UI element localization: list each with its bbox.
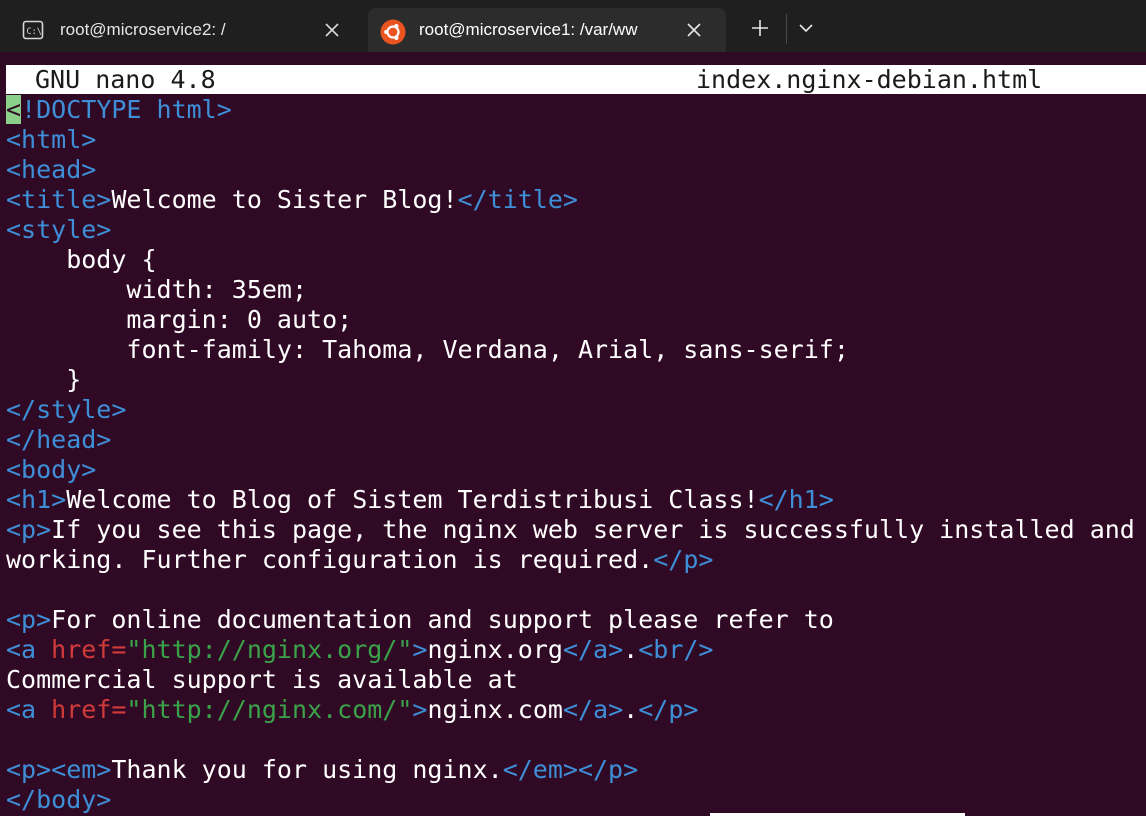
code-token-txt: Welcome to Blog of Sistem Terdistribusi …: [66, 485, 759, 514]
code-token-tag: <p>: [6, 515, 52, 544]
code-token-tag: !DOCTYPE html>: [21, 95, 232, 124]
code-token-txt: Commercial support is available at: [6, 665, 518, 694]
code-token-tag: <body>: [6, 455, 97, 484]
close-tab-icon[interactable]: [322, 20, 342, 40]
chevron-down-icon[interactable]: [792, 14, 820, 42]
code-token-tag: </a>: [562, 695, 624, 724]
code-token-txt: nginx.com: [427, 695, 563, 724]
code-token-tag: </p>: [653, 545, 714, 574]
code-token-tag: <p>: [6, 605, 52, 634]
code-line: <p>For online documentation and support …: [6, 605, 1146, 635]
code-token-txt: body {: [6, 245, 157, 274]
code-token-tag: </a>: [562, 635, 624, 664]
code-token-attr: href=: [51, 635, 127, 664]
code-line: width: 35em;: [6, 275, 1146, 305]
code-token-attr: href=: [51, 695, 127, 724]
code-token-txt: If you see this page, the nginx web serv…: [51, 515, 1135, 544]
editor-version: GNU nano 4.8: [35, 65, 216, 94]
close-tab-icon[interactable]: [684, 20, 704, 40]
code-line: <p><em>Thank you for using nginx.</em></…: [6, 755, 1146, 785]
code-token-txt: .: [623, 635, 639, 664]
code-token-txt: nginx.org: [427, 635, 563, 664]
code-line: body {: [6, 245, 1146, 275]
code-token-tag: </em></p>: [502, 755, 639, 784]
code-token-txt: font-family: Tahoma, Verdana, Arial, san…: [6, 335, 849, 364]
code-line: <h1>Welcome to Blog of Sistem Terdistrib…: [6, 485, 1146, 515]
code-token-txt: width: 35em;: [6, 275, 308, 304]
code-token-str: "http://nginx.com/": [126, 695, 413, 724]
code-line: <a href="http://nginx.com/">nginx.com</a…: [6, 695, 1146, 725]
code-token-txt: For online documentation and support ple…: [51, 605, 834, 634]
code-token-tag: <html>: [6, 125, 97, 154]
code-token-tag: </p>: [638, 695, 699, 724]
code-token-tag: <a: [6, 695, 52, 724]
code-token-tag: <a: [6, 635, 52, 664]
code-token-tag: </style>: [6, 395, 127, 424]
code-token-tag: >: [412, 635, 428, 664]
code-token-tag: <br/>: [638, 635, 714, 664]
code-line: <style>: [6, 215, 1146, 245]
code-token-tag: </h1>: [758, 485, 834, 514]
code-token-txt: working. Further configuration is requir…: [6, 545, 654, 574]
tab-microservice1[interactable]: root@microservice1: /var/ww: [368, 8, 726, 52]
code-line: <title>Welcome to Sister Blog!</title>: [6, 185, 1146, 215]
text-cursor: <: [6, 95, 22, 124]
code-line: <!DOCTYPE html>: [6, 95, 1146, 125]
code-token-txt: }: [6, 365, 82, 394]
tab-bar: C:\ root@microservice2: / root@microserv…: [0, 0, 1146, 52]
code-token-txt: Thank you for using nginx.: [111, 755, 503, 784]
tab-microservice2[interactable]: C:\ root@microservice2: /: [6, 8, 362, 52]
code-line: <head>: [6, 155, 1146, 185]
code-token-txt: margin: 0 auto;: [6, 305, 353, 334]
code-token-tag: </head>: [6, 425, 112, 454]
code-line: <a href="http://nginx.org/">nginx.org</a…: [6, 635, 1146, 665]
file-content[interactable]: <!DOCTYPE html> <html> <head> <title>Welcom…: [6, 95, 1146, 815]
code-line: <p>If you see this page, the nginx web s…: [6, 515, 1146, 545]
code-token-tag: <style>: [6, 215, 112, 244]
code-line: working. Further configuration is requir…: [6, 545, 1146, 575]
code-line: </style>: [6, 395, 1146, 425]
code-token-tag: </body>: [6, 785, 112, 814]
cmd-terminal-icon: C:\: [22, 19, 44, 41]
code-line: margin: 0 auto;: [6, 305, 1146, 335]
code-token-tag: <title>: [6, 185, 112, 214]
code-token-txt: .: [623, 695, 639, 724]
tab-title: root@microservice2: /: [60, 20, 226, 39]
tab-bar-divider: [786, 14, 787, 44]
code-line: </body>: [6, 785, 1146, 815]
code-line: </head>: [6, 425, 1146, 455]
code-token-tag: <h1>: [6, 485, 67, 514]
tab-title: root@microservice1: /var/ww: [419, 20, 638, 39]
code-token-tag: <head>: [6, 155, 97, 184]
code-line: }: [6, 365, 1146, 395]
code-line: <body>: [6, 455, 1146, 485]
code-line: <html>: [6, 125, 1146, 155]
ubuntu-icon: [380, 19, 406, 45]
code-token-str: "http://nginx.org/": [126, 635, 413, 664]
code-token-tag: >: [412, 695, 428, 724]
new-tab-plus-icon[interactable]: [744, 14, 776, 42]
terminal-pane[interactable]: GNU nano 4.8 index.nginx-debian.html <!D…: [0, 52, 1146, 816]
svg-text:C:\: C:\: [27, 27, 42, 37]
code-token-tag: </title>: [457, 185, 578, 214]
code-token-tag: <p><em>: [6, 755, 112, 784]
code-line: font-family: Tahoma, Verdana, Arial, san…: [6, 335, 1146, 365]
code-token-txt: Welcome to Sister Blog!: [111, 185, 458, 214]
code-line: Commercial support is available at: [6, 665, 1146, 695]
nano-title-bar: GNU nano 4.8 index.nginx-debian.html: [6, 65, 1146, 94]
file-name: index.nginx-debian.html: [696, 65, 1043, 94]
